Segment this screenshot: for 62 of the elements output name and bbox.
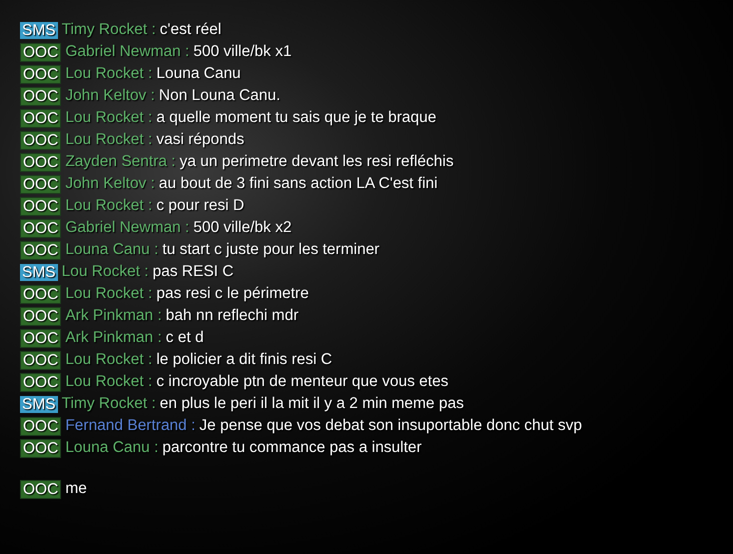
message-text: Louna Canu — [156, 65, 241, 83]
message-text: a quelle moment tu sais que je te braque — [156, 109, 436, 127]
message-text: c incroyable ptn de menteur que vous etes — [156, 373, 448, 391]
sender-name: Lou Rocket : — [65, 109, 152, 127]
channel-tag: OOC — [20, 152, 62, 172]
message-text: Je pense que vos debat son insuportable donc chut svp — [199, 417, 582, 435]
channel-tag: OOC — [20, 42, 62, 62]
channel-tag: OOC — [20, 86, 62, 106]
message-text: ya un perimetre devant les resi refléchis — [180, 153, 454, 171]
channel-tag: OOC — [20, 240, 62, 260]
message-text: vasi réponds — [156, 131, 244, 149]
sender-name: Lou Rocket : — [65, 351, 152, 369]
channel-tag: OOC — [20, 372, 62, 392]
channel-tag: OOC — [20, 174, 62, 194]
message-text: c'est réel — [160, 21, 222, 39]
sender-name: Timy Rocket : — [62, 21, 156, 39]
sender-name: Louna Canu : — [65, 439, 158, 457]
channel-tag: OOC — [20, 480, 62, 498]
message-text: le policier a dit finis resi C — [156, 351, 332, 369]
channel-tag: OOC — [20, 416, 62, 436]
message-text: c et d — [166, 329, 204, 347]
channel-tag: SMS — [20, 22, 58, 38]
message-text: 500 ville/bk x1 — [193, 43, 292, 61]
sender-name: Fernand Bertrand : — [65, 417, 196, 435]
message-text: en plus le peri il la mit il y a 2 min meme pas — [160, 395, 464, 413]
channel-tag: OOC — [20, 64, 62, 84]
sender-name: Lou Rocket : — [65, 131, 152, 149]
message-text: pas resi c le périmetre — [156, 285, 309, 303]
message-text: 500 ville/bk x2 — [193, 219, 292, 237]
message-text: c pour resi D — [156, 197, 244, 215]
sender-name: John Keltov : — [65, 175, 155, 193]
message-text: bah nn reflechi mdr — [166, 307, 298, 325]
channel-tag: OOC — [20, 218, 62, 238]
message-text: Non Louna Canu. — [158, 87, 280, 105]
channel-tag: SMS — [20, 396, 58, 412]
message-text: au bout de 3 fini sans action LA C'est fini — [158, 175, 438, 193]
channel-tag: SMS — [20, 264, 58, 280]
sender-name: Ark Pinkman : — [65, 329, 162, 347]
sender-name: Timy Rocket : — [62, 395, 156, 413]
chat-input[interactable]: me — [65, 480, 87, 498]
sender-name: Lou Rocket : — [62, 263, 149, 281]
channel-tag: OOC — [20, 438, 62, 458]
channel-tag: OOC — [20, 328, 62, 348]
message-text: pas RESI C — [152, 263, 234, 281]
channel-tag: OOC — [20, 196, 62, 216]
channel-tag: OOC — [20, 108, 62, 128]
sender-name: Lou Rocket : — [65, 373, 152, 391]
message-text: tu start c juste pour les terminer — [162, 241, 380, 259]
sender-name: Zayden Sentra : — [65, 153, 176, 171]
channel-tag: OOC — [20, 306, 62, 326]
sender-name: Louna Canu : — [65, 241, 158, 259]
sender-name: John Keltov : — [65, 87, 155, 105]
sender-name: Gabriel Newman : — [65, 43, 190, 61]
sender-name: Lou Rocket : — [65, 285, 152, 303]
channel-tag: OOC — [20, 284, 62, 304]
sender-name: Lou Rocket : — [65, 197, 152, 215]
message-text: parcontre tu commance pas a insulter — [162, 439, 422, 457]
channel-tag: OOC — [20, 130, 62, 150]
channel-tag: OOC — [20, 350, 62, 370]
sender-name: Lou Rocket : — [65, 65, 152, 83]
sender-name: Ark Pinkman : — [65, 307, 162, 325]
sender-name: Gabriel Newman : — [65, 219, 190, 237]
